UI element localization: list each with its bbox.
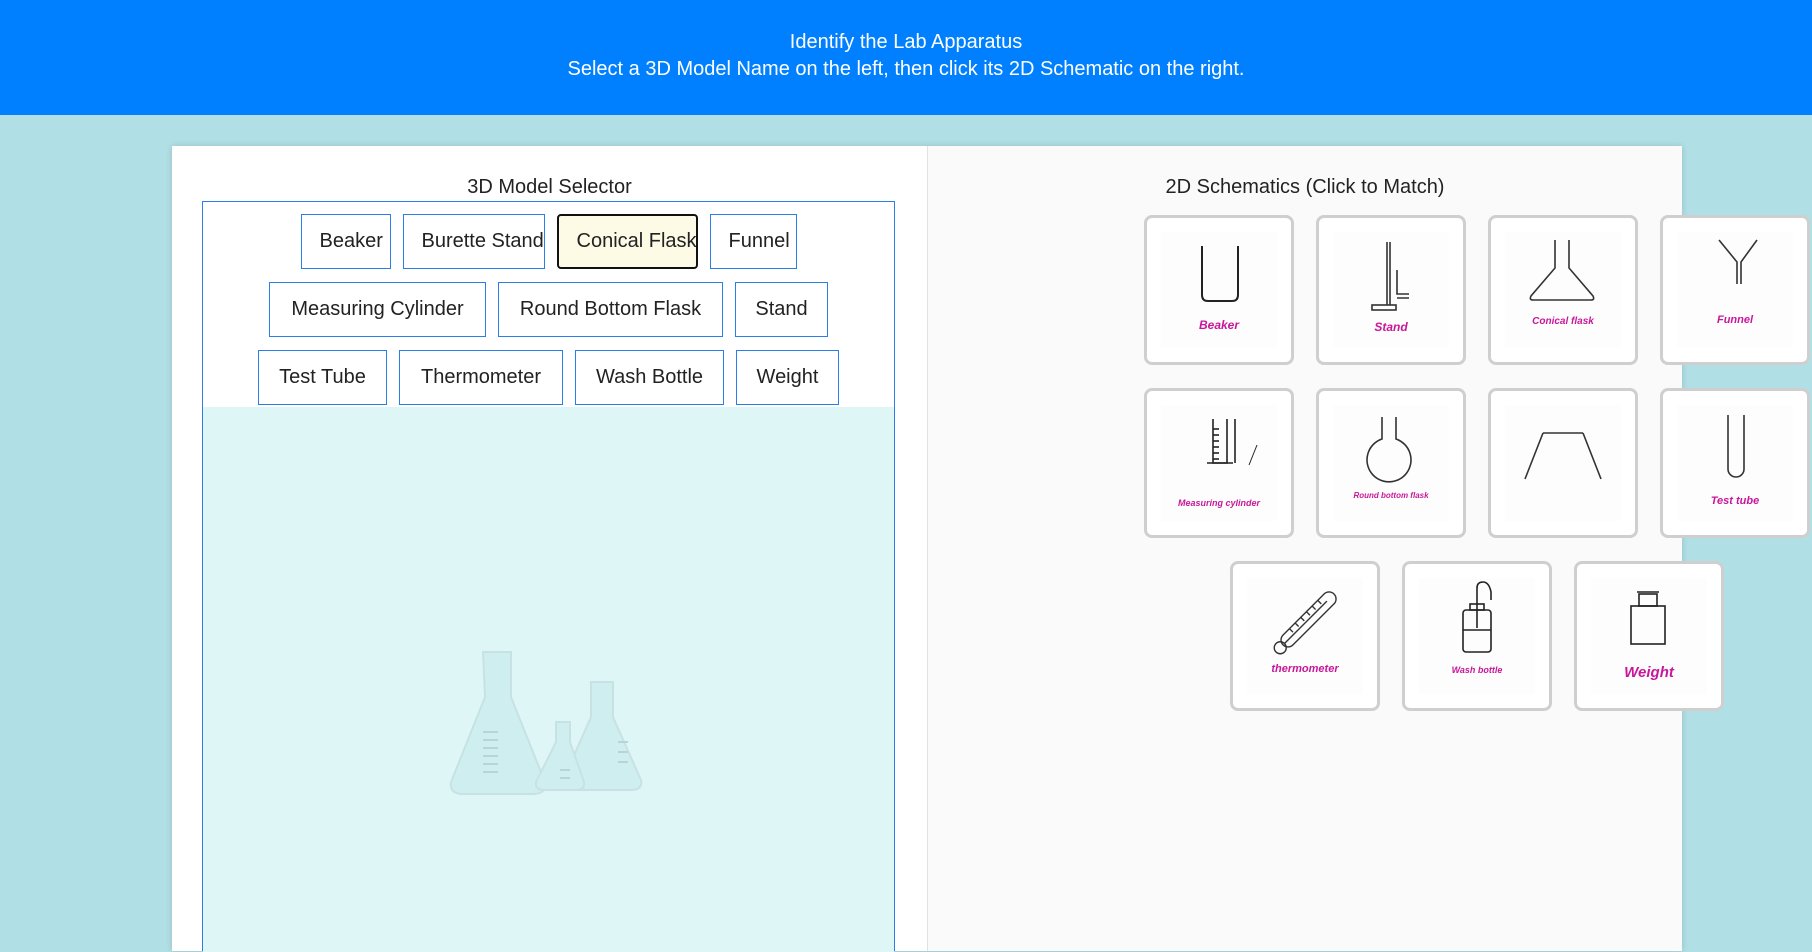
model-button-burette-stand[interactable]: Burette Stand: [402, 214, 545, 269]
schematic-caption: Stand: [1374, 320, 1408, 334]
funnel-icon: [1718, 239, 1758, 284]
model-button-wash-bottle[interactable]: Wash Bottle: [575, 350, 724, 405]
model-button-funnel[interactable]: Funnel: [709, 214, 797, 269]
model-button-stand[interactable]: Stand: [735, 282, 828, 337]
schematic-caption: Funnel: [1716, 314, 1754, 326]
schematic-caption: Wash bottle: [1451, 665, 1503, 675]
schematic-caption: Measuring cylinder: [1177, 498, 1261, 508]
schematic-card-conical-flask[interactable]: Conical flask: [1488, 215, 1638, 365]
model-button-measuring-cylinder[interactable]: Measuring Cylinder: [269, 282, 486, 337]
schematic-card-weight[interactable]: Weight: [1574, 561, 1724, 711]
thermometer-icon: [1273, 591, 1337, 655]
model-button-thermometer[interactable]: Thermometer: [399, 350, 563, 405]
schematic-card-wash-bottle[interactable]: Wash bottle: [1402, 561, 1552, 711]
schematic-caption: Round bottom flask: [1353, 491, 1429, 500]
model-selector-title: 3D Model Selector: [467, 176, 632, 198]
schematic-card-round-bottom-flask[interactable]: Round bottom flask: [1316, 388, 1466, 538]
model-3d-viewer[interactable]: [203, 407, 894, 952]
header-banner: Identify the Lab Apparatus Select a 3D M…: [0, 0, 1812, 115]
page-title: Identify the Lab Apparatus: [789, 31, 1023, 53]
schematic-card-stand[interactable]: Stand: [1316, 215, 1466, 365]
schematic-card-thermometer[interactable]: thermometer: [1230, 561, 1380, 711]
wash-bottle-icon: [1462, 581, 1492, 653]
schematic-card-beaker[interactable]: Beaker: [1144, 215, 1294, 365]
conical-flask-icon: [1529, 240, 1595, 301]
model-selector-box: Beaker Burette Stand Conical Flask Funne…: [202, 201, 895, 952]
button-row-1: Beaker Burette Stand Conical Flask Funne…: [203, 214, 894, 269]
schematics-title: 2D Schematics (Click to Match): [1165, 176, 1445, 198]
model-button-weight[interactable]: Weight: [736, 350, 839, 405]
model-button-test-tube[interactable]: Test Tube: [258, 350, 387, 405]
schematic-card-test-tube[interactable]: Test tube: [1660, 388, 1810, 538]
schematics-panel: 2D Schematics (Click to Match) Beaker St…: [928, 146, 1810, 951]
model-selector-panel: 3D Model Selector Beaker Burette Stand C…: [172, 146, 927, 952]
button-row-3: Test Tube Thermometer Wash Bottle Weight: [203, 350, 894, 405]
schematic-caption: Conical flask: [1532, 316, 1594, 327]
button-row-2: Measuring Cylinder Round Bottom Flask St…: [203, 282, 894, 337]
schematic-caption: Beaker: [1198, 318, 1240, 332]
model-button-round-bottom-flask[interactable]: Round Bottom Flask: [498, 282, 723, 337]
conical-flask-3d-icon: [449, 651, 643, 795]
model-button-conical-flask[interactable]: Conical Flask: [556, 214, 698, 269]
schematic-card-tripod-stand[interactable]: [1488, 388, 1638, 538]
main-container: 3D Model Selector Beaker Burette Stand C…: [172, 146, 1810, 952]
schematic-caption: Test tube: [1710, 495, 1760, 507]
tripod-stand-icon: [1524, 432, 1602, 480]
schematic-caption: Weight: [1624, 664, 1674, 681]
model-button-beaker[interactable]: Beaker: [300, 214, 391, 269]
schematic-caption: thermometer: [1271, 663, 1339, 675]
page-instructions: Select a 3D Model Name on the left, then…: [567, 58, 1245, 80]
round-bottom-flask-icon: [1366, 417, 1412, 483]
schematic-card-funnel[interactable]: Funnel: [1660, 215, 1810, 365]
schematic-card-measuring-cylinder[interactable]: Measuring cylinder: [1144, 388, 1294, 538]
